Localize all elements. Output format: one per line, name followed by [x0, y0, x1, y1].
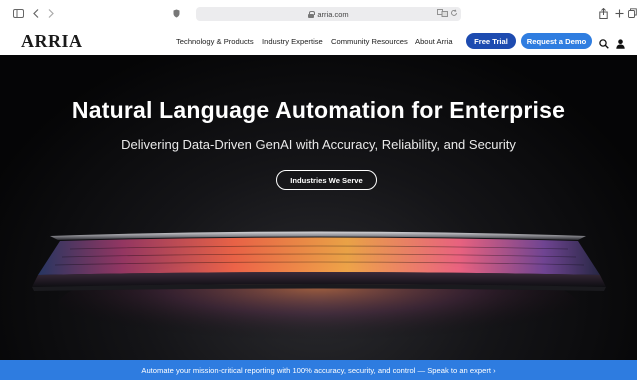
arria-logo[interactable]: ARRIA: [21, 31, 83, 52]
new-tab-icon[interactable]: [614, 6, 624, 20]
hero-subtitle: Delivering Data-Driven GenAI with Accura…: [121, 137, 516, 152]
nav-industry-expertise[interactable]: Industry Expertise: [262, 37, 323, 46]
translate-icon[interactable]: [436, 6, 448, 20]
request-demo-button[interactable]: Request a Demo: [521, 33, 592, 49]
share-icon[interactable]: [597, 6, 609, 20]
search-icon[interactable]: [599, 36, 609, 54]
sidebar-icon[interactable]: [12, 6, 24, 20]
nav-technology-products[interactable]: Technology & Products: [176, 37, 254, 46]
forward-arrow-icon[interactable]: [46, 6, 56, 20]
lock-icon: [308, 11, 316, 18]
site-header: ARRIA Technology & Products Industry Exp…: [0, 28, 637, 55]
user-icon[interactable]: [616, 36, 625, 54]
hero-section: Natural Language Automation for Enterpri…: [0, 55, 637, 360]
browser-toolbar: arria.com: [0, 0, 637, 28]
url-text: arria.com: [317, 9, 349, 19]
back-arrow-icon[interactable]: [31, 6, 41, 20]
nav-community-resources[interactable]: Community Resources: [331, 37, 408, 46]
address-bar[interactable]: arria.com: [196, 7, 461, 21]
hero-title: Natural Language Automation for Enterpri…: [71, 97, 566, 123]
tabs-icon[interactable]: [628, 6, 637, 20]
reload-icon[interactable]: [449, 6, 459, 20]
banner-text[interactable]: Automate your mission-critical reporting…: [141, 366, 495, 375]
speak-to-expert-banner[interactable]: Automate your mission-critical reporting…: [0, 360, 637, 380]
industries-we-serve-button[interactable]: Industries We Serve: [276, 170, 377, 190]
nav-about-arria[interactable]: About Arria: [415, 37, 453, 46]
privacy-shield-icon[interactable]: [171, 6, 181, 20]
free-trial-button[interactable]: Free Trial: [466, 33, 516, 49]
